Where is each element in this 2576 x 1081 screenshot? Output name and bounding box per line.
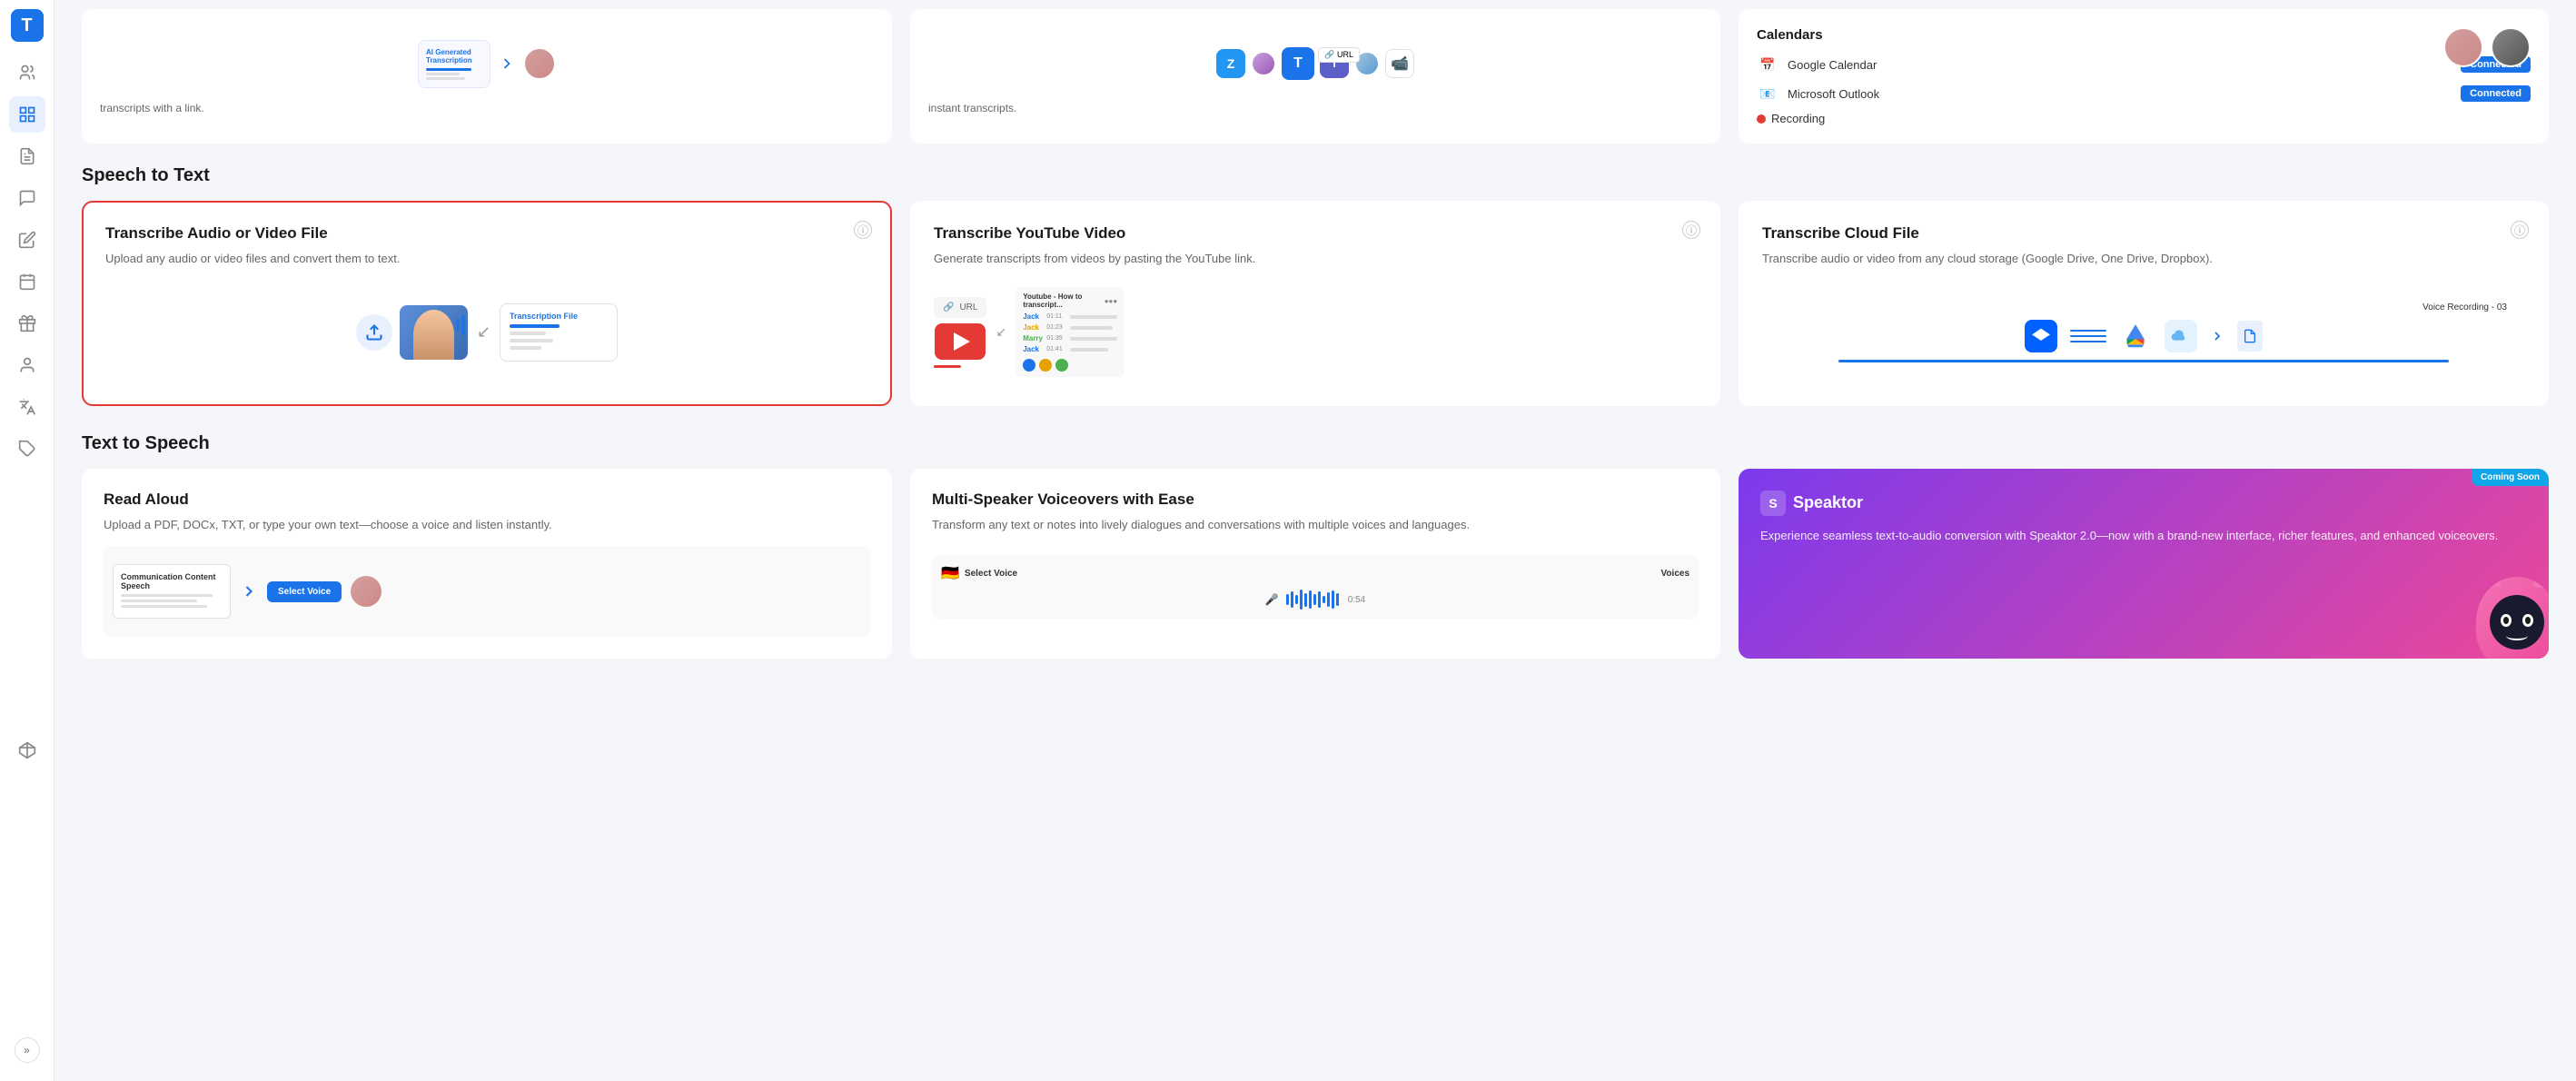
info-icon-audio[interactable]: ⓘ (854, 221, 872, 239)
info-icon-cloud[interactable]: ⓘ (2511, 221, 2529, 239)
sidebar: T » (0, 0, 54, 1081)
speaktor-logo: S Speaktor (1760, 491, 2527, 516)
speech-to-text-grid: ⓘ Transcribe Audio or Video File Upload … (82, 201, 2549, 406)
select-voice-button: Select Voice (267, 581, 342, 602)
google-calendar-row: 📅 Google Calendar Connected (1757, 54, 2531, 75)
sidebar-item-diamond[interactable] (9, 732, 45, 769)
instant-transcripts-illustration: Z 🔗 URL T T 📹 (928, 27, 1702, 100)
yt-transcript-card: Youtube - How to transcript... ●●● Jack … (1016, 287, 1125, 377)
text-to-speech-title: Text to Speech (82, 433, 2549, 454)
outlook-connected-badge: Connected (2461, 85, 2531, 102)
voices-label: Voices (1661, 569, 1690, 579)
calendars-title: Calendars (1757, 27, 2531, 43)
avatar-2 (2491, 27, 2531, 67)
read-aloud-illus-label: Communication Content Speech (121, 572, 223, 590)
top-card-calendars[interactable]: Calendars 📅 Google Calendar Connected 📧 … (1739, 9, 2549, 144)
top-card-desc-1: transcripts with a link. (100, 100, 874, 116)
speaktor-logo-icon: S (1760, 491, 1786, 516)
avatar-1 (2443, 27, 2483, 67)
card-title-audio: Transcribe Audio or Video File (105, 224, 868, 243)
info-icon-youtube[interactable]: ⓘ (1682, 221, 1700, 239)
speaktor-desc: Experience seamless text-to-audio conver… (1760, 527, 2527, 545)
sidebar-expand-button[interactable]: » (15, 1037, 40, 1063)
file-output-icon (2237, 321, 2263, 352)
app-logo: T (11, 9, 44, 42)
outlook-name: Microsoft Outlook (1788, 87, 2452, 101)
audio-video-illustration: ↙ Transcription File (105, 283, 868, 382)
outlook-icon: 📧 (1757, 83, 1778, 104)
mini-transcript-card: Transcription File (500, 303, 618, 362)
recording-label: Recording (1771, 112, 1825, 125)
duration-label: 0:54 (1348, 595, 1365, 605)
read-aloud-illustration: Communication Content Speech Select Voic… (104, 546, 870, 637)
read-aloud-title: Read Aloud (104, 491, 870, 509)
speaktor-character (2422, 531, 2549, 659)
onedrive-icon (2165, 320, 2197, 352)
top-cards-grid: AI Generated Transcription transcripts w… (82, 9, 2549, 144)
card-speaktor[interactable]: Coming Soon S Speaktor Experience seamle… (1739, 469, 2549, 660)
voice-recording-label: Voice Recording - 03 (2422, 302, 2507, 312)
multi-speaker-desc: Transform any text or notes into lively … (932, 516, 1699, 534)
top-card-instant-transcripts[interactable]: Z 🔗 URL T T 📹 instant transcripts. (910, 9, 1720, 144)
google-calendar-icon: 📅 (1757, 54, 1778, 75)
youtube-illustration: 🔗 URL ↙ (934, 283, 1697, 382)
google-drive-icon (2119, 320, 2152, 352)
transcribe-link-illustration: AI Generated Transcription (100, 27, 874, 100)
sidebar-item-document[interactable] (9, 138, 45, 174)
play-triangle (954, 332, 970, 351)
sidebar-item-person[interactable] (9, 347, 45, 383)
card-desc-cloud: Transcribe audio or video from any cloud… (1762, 250, 2525, 268)
text-to-speech-grid: Read Aloud Upload a PDF, DOCx, TXT, or t… (82, 469, 2549, 660)
sidebar-item-calendar[interactable] (9, 263, 45, 300)
speech-to-text-title: Speech to Text (82, 165, 2549, 186)
card-title-cloud: Transcribe Cloud File (1762, 224, 2525, 243)
card-desc-youtube: Generate transcripts from videos by past… (934, 250, 1697, 268)
card-read-aloud[interactable]: Read Aloud Upload a PDF, DOCx, TXT, or t… (82, 469, 892, 660)
sidebar-item-edit[interactable] (9, 222, 45, 258)
card-transcribe-audio-video[interactable]: ⓘ Transcribe Audio or Video File Upload … (82, 201, 892, 406)
multi-speaker-illustration: 🇩🇪 Select Voice Voices 🎤 (932, 546, 1699, 628)
sidebar-item-users[interactable] (9, 55, 45, 91)
top-card-transcribe-link[interactable]: AI Generated Transcription transcripts w… (82, 9, 892, 144)
card-transcribe-youtube[interactable]: ⓘ Transcribe YouTube Video Generate tran… (910, 201, 1720, 406)
upload-icon (356, 314, 392, 351)
recording-indicator: Recording (1757, 112, 2531, 125)
sidebar-item-grid[interactable] (9, 96, 45, 133)
google-calendar-name: Google Calendar (1788, 58, 2452, 72)
read-aloud-desc: Upload a PDF, DOCx, TXT, or type your ow… (104, 516, 870, 534)
sidebar-item-tag[interactable] (9, 431, 45, 467)
card-title-youtube: Transcribe YouTube Video (934, 224, 1697, 243)
outlook-row: 📧 Microsoft Outlook Connected (1757, 83, 2531, 104)
multi-speaker-title: Multi-Speaker Voiceovers with Ease (932, 491, 1699, 509)
coming-soon-badge: Coming Soon (2472, 469, 2549, 486)
main-content: AI Generated Transcription transcripts w… (54, 0, 2576, 1081)
top-card-desc-2: instant transcripts. (928, 100, 1702, 116)
recording-dot (1757, 114, 1766, 124)
youtube-play-button (935, 323, 986, 360)
dropbox-icon (2025, 320, 2057, 352)
calendar-avatars (2443, 27, 2531, 67)
sidebar-item-gift[interactable] (9, 305, 45, 342)
sidebar-item-translate[interactable] (9, 389, 45, 425)
cloud-illustration: Voice Recording - 03 (1762, 283, 2525, 382)
card-multi-speaker[interactable]: Multi-Speaker Voiceovers with Ease Trans… (910, 469, 1720, 660)
card-desc-audio: Upload any audio or video files and conv… (105, 250, 868, 268)
sidebar-item-chat[interactable] (9, 180, 45, 216)
speaktor-brand-name: Speaktor (1793, 493, 1863, 512)
card-transcribe-cloud[interactable]: ⓘ Transcribe Cloud File Transcribe audio… (1739, 201, 2549, 406)
